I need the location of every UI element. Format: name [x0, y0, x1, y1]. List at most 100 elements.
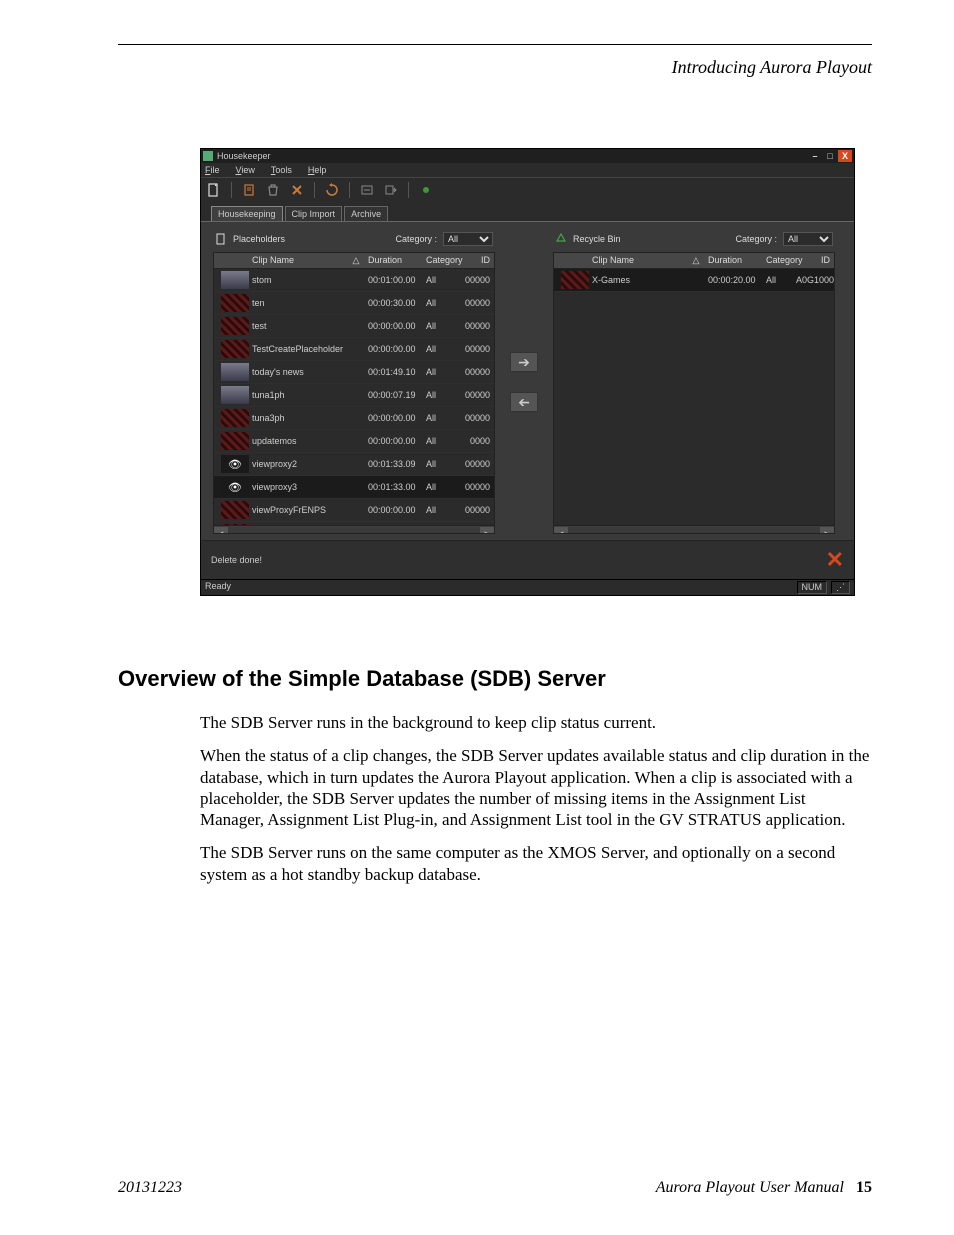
- col-id[interactable]: ID: [792, 253, 834, 268]
- cell-name: viewProxyFrENPS: [248, 503, 348, 517]
- housekeeper-window: Housekeeper – □ X File View Tools Help: [200, 148, 855, 596]
- cell-id: 0000: [452, 434, 494, 448]
- thumbnail: 👁: [214, 453, 248, 475]
- recycle-grid[interactable]: Clip Name △ Duration Category ID X-Games…: [553, 252, 835, 534]
- page-header: Introducing Aurora Playout: [118, 57, 872, 78]
- cell-id: 00000: [452, 365, 494, 379]
- col-category[interactable]: Category: [762, 253, 792, 268]
- recycle-bin-panel: Recycle Bin Category : All Clip Name △ D…: [553, 230, 835, 534]
- cell-id: 00000: [452, 342, 494, 356]
- sort-indicator-icon[interactable]: △: [348, 253, 364, 268]
- tab-housekeeping[interactable]: Housekeeping: [211, 206, 283, 221]
- window-title: Housekeeper: [217, 151, 271, 161]
- list-icon[interactable]: [240, 181, 258, 199]
- thumbnail: [214, 499, 248, 521]
- cell-category: All: [422, 342, 452, 356]
- tab-strip: Housekeeping Clip Import Archive: [201, 202, 854, 222]
- col-duration[interactable]: Duration: [364, 253, 422, 268]
- table-row[interactable]: viewProxyFrENPS00:00:00.00All00000: [214, 499, 494, 522]
- fit-icon[interactable]: [358, 181, 376, 199]
- close-button[interactable]: X: [838, 150, 852, 162]
- tab-clip-import[interactable]: Clip Import: [285, 206, 343, 221]
- cell-duration: 00:01:33.09: [364, 457, 422, 471]
- cell-name: viewproxy3: [248, 480, 348, 494]
- export-icon[interactable]: [382, 181, 400, 199]
- category-select-right[interactable]: All: [783, 232, 833, 246]
- cell-duration: 00:01:00.00: [364, 273, 422, 287]
- menu-file[interactable]: File: [205, 165, 220, 175]
- table-row[interactable]: TestCreatePlaceholder00:00:00.00All00000: [214, 338, 494, 361]
- menu-bar: File View Tools Help: [201, 163, 854, 177]
- tab-archive[interactable]: Archive: [344, 206, 388, 221]
- move-right-button[interactable]: ➔: [510, 352, 538, 372]
- table-row[interactable]: 👁viewproxy200:01:33.09All00000: [214, 453, 494, 476]
- grid-header[interactable]: Clip Name △ Duration Category ID: [214, 253, 494, 269]
- status-num: NUM: [797, 581, 828, 594]
- col-id[interactable]: ID: [452, 253, 494, 268]
- footer-page: 15: [856, 1179, 872, 1197]
- placeholders-grid[interactable]: Clip Name △ Duration Category ID stom00:…: [213, 252, 495, 534]
- cell-name: updatemos: [248, 434, 348, 448]
- cell-name: today's news: [248, 365, 348, 379]
- cell-duration: 00:01:33.00: [364, 480, 422, 494]
- recycle-icon: [555, 233, 567, 245]
- thumbnail: [214, 430, 248, 452]
- move-left-button[interactable]: ➔: [510, 392, 538, 412]
- table-row[interactable]: ten00:00:30.00All00000: [214, 292, 494, 315]
- cell-name: TestCreatePlaceholder: [248, 342, 348, 356]
- cell-duration: 00:00:20.00: [704, 273, 762, 287]
- category-select-left[interactable]: All: [443, 232, 493, 246]
- menu-tools[interactable]: Tools: [271, 165, 292, 175]
- cell-id: 00000: [452, 296, 494, 310]
- table-row[interactable]: tuna3ph00:00:00.00All00000: [214, 407, 494, 430]
- grid-header-right[interactable]: Clip Name △ Duration Category ID: [554, 253, 834, 269]
- status-dot-icon[interactable]: [417, 181, 435, 199]
- table-row[interactable]: 👁viewproxy300:01:33.00All00000: [214, 476, 494, 499]
- delete-x-icon[interactable]: ✕: [826, 547, 844, 573]
- delete-x-icon[interactable]: [288, 181, 306, 199]
- thumbnail: [214, 361, 248, 383]
- placeholders-title: Placeholders: [233, 234, 285, 244]
- table-row[interactable]: stom00:01:00.00All00000: [214, 269, 494, 292]
- cell-id: 00000: [452, 273, 494, 287]
- sort-indicator-icon[interactable]: △: [688, 253, 704, 268]
- thumbnail: [214, 384, 248, 406]
- cell-duration: 00:00:00.00: [364, 319, 422, 333]
- cell-category: All: [422, 480, 452, 494]
- status-message: Delete done!: [211, 555, 262, 565]
- cell-category: All: [422, 319, 452, 333]
- menu-help[interactable]: Help: [308, 165, 327, 175]
- section-heading: Overview of the Simple Database (SDB) Se…: [118, 666, 872, 692]
- resize-grip-icon[interactable]: ⋰: [831, 581, 850, 594]
- col-clipname[interactable]: Clip Name: [588, 253, 688, 268]
- cell-category: All: [422, 457, 452, 471]
- placeholders-panel: Placeholders Category : All Clip Name △ …: [213, 230, 495, 534]
- titlebar[interactable]: Housekeeper – □ X: [201, 149, 854, 163]
- col-clipname[interactable]: Clip Name: [248, 253, 348, 268]
- col-category[interactable]: Category: [422, 253, 452, 268]
- table-row[interactable]: test00:00:00.00All00000: [214, 315, 494, 338]
- refresh-icon[interactable]: [323, 181, 341, 199]
- category-label: Category :: [395, 234, 437, 244]
- trash-icon[interactable]: [264, 181, 282, 199]
- thumbnail: [214, 315, 248, 337]
- thumbnail: [214, 338, 248, 360]
- new-icon[interactable]: [205, 181, 223, 199]
- cell-category: All: [762, 273, 792, 287]
- table-row[interactable]: today's news00:01:49.10All00000: [214, 361, 494, 384]
- cell-category: All: [422, 434, 452, 448]
- cell-id: 00000: [452, 319, 494, 333]
- cell-id: 00000: [452, 480, 494, 494]
- thumbnail: [214, 292, 248, 314]
- body-text: The SDB Server runs in the background to…: [200, 712, 872, 885]
- menu-view[interactable]: View: [236, 165, 255, 175]
- minimize-button[interactable]: –: [808, 150, 822, 162]
- h-scrollbar[interactable]: ◄►: [214, 525, 494, 534]
- maximize-button[interactable]: □: [823, 150, 837, 162]
- table-row[interactable]: X-Games00:00:20.00AllA0G1000: [554, 269, 834, 292]
- app-icon: [203, 151, 213, 161]
- col-duration[interactable]: Duration: [704, 253, 762, 268]
- h-scrollbar[interactable]: ◄►: [554, 525, 834, 534]
- table-row[interactable]: updatemos00:00:00.00All0000: [214, 430, 494, 453]
- table-row[interactable]: tuna1ph00:00:07.19All00000: [214, 384, 494, 407]
